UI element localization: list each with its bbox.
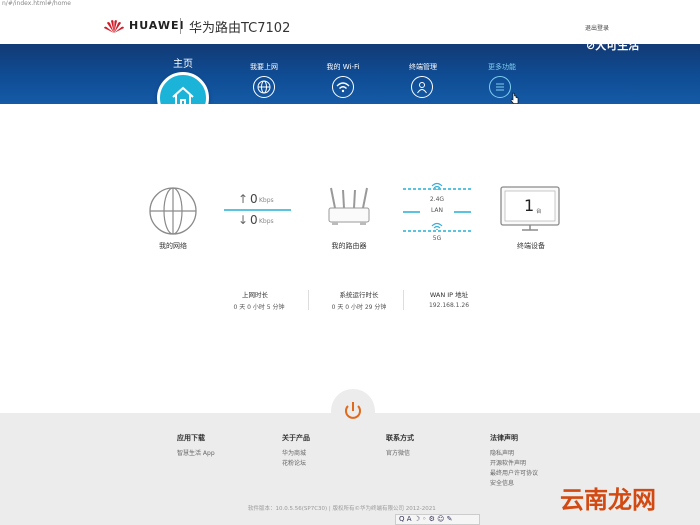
footer-link[interactable]: 官方微信	[386, 448, 410, 457]
upload-arrow-icon: ↑	[238, 192, 249, 206]
stat-divider	[308, 290, 309, 310]
user-icon	[417, 82, 427, 94]
stat-divider	[403, 290, 404, 310]
copyright: 软件版本：10.0.5.56(SP7C30) | 版权所有©华为终端有限公司 2…	[248, 506, 436, 512]
power-button[interactable]	[331, 389, 375, 433]
router-icon[interactable]	[326, 186, 372, 228]
brand-name: HUAWEI	[129, 19, 185, 32]
watermark-bottom: 云南龙网	[560, 485, 656, 514]
footer-link[interactable]: 智慧生活 App	[177, 448, 215, 457]
footer-link[interactable]: 安全信息	[490, 478, 514, 487]
footer-col-title: 应用下载	[177, 434, 205, 442]
footer-link[interactable]: 华为商城	[282, 448, 306, 457]
main-content	[0, 104, 700, 414]
band-5g-label: 5G	[432, 235, 442, 242]
footer-link[interactable]: 开源软件声明	[490, 458, 526, 467]
lan-label: LAN	[420, 207, 454, 214]
stat-label: 上网时长	[242, 291, 268, 299]
menu-icon	[496, 83, 504, 91]
tab-wifi-label: 我的 Wi-Fi	[326, 63, 360, 71]
download-unit: Kbps	[259, 218, 274, 225]
internet-globe-icon[interactable]	[148, 186, 198, 236]
logout-link[interactable]: 退出登录	[585, 23, 609, 32]
huawei-logo-icon	[104, 20, 124, 33]
internet-label: 我的网络	[159, 242, 187, 250]
footer-col-title: 联系方式	[386, 434, 414, 442]
tab-devices[interactable]	[411, 76, 433, 98]
download-arrow-icon: ↓	[238, 213, 249, 227]
watermark-top: ⊘大可生活	[586, 39, 640, 52]
footer-link[interactable]: 花粉论坛	[282, 458, 306, 467]
tab-devices-label: 终端管理	[409, 63, 437, 71]
wifi-icon	[336, 82, 350, 93]
footer-link[interactable]: 隐私声明	[490, 448, 514, 457]
stat-value: 0 天 0 小时 5 分钟	[233, 304, 285, 311]
tab-internet[interactable]	[253, 76, 275, 98]
devices-label: 终端设备	[517, 242, 545, 250]
ime-toolbar[interactable]: Q A ☽ ◦ ⚙ ☺ ✎	[395, 514, 480, 525]
power-icon	[345, 402, 361, 419]
download-value: 0	[250, 213, 258, 227]
footer-link[interactable]: 最终用户许可协议	[490, 468, 538, 477]
upload-unit: Kbps	[259, 197, 274, 204]
stat-label: 系统运行时长	[339, 291, 379, 299]
header-divider	[180, 18, 181, 34]
tab-internet-label: 我要上网	[250, 63, 278, 71]
footer-col-title: 法律声明	[490, 434, 518, 442]
wifi5-line	[403, 230, 471, 232]
globe-icon	[257, 80, 271, 94]
address-bar[interactable]: n/#/index.html#/home	[0, 0, 700, 10]
tab-home-label: 主页	[173, 59, 193, 70]
stat-value: 0 天 0 小时 29 分钟	[331, 304, 387, 311]
band-24g-label: 2.4G	[429, 196, 445, 203]
router-label: 我的路由器	[331, 242, 367, 250]
devices-count: 1	[524, 196, 535, 215]
stat-label: WAN IP 地址	[429, 291, 469, 299]
link-line-wan	[224, 209, 291, 211]
upload-value: 0	[250, 192, 258, 206]
wifi-24g-icon	[431, 182, 443, 190]
footer-col-title: 关于产品	[282, 434, 310, 442]
tab-more[interactable]	[489, 76, 511, 98]
tab-more-label: 更多功能	[488, 63, 516, 71]
stat-value: 192.168.1.26	[428, 302, 470, 309]
devices-monitor[interactable]: 1 台	[500, 186, 560, 231]
devices-unit: 台	[536, 209, 542, 215]
router-model: 华为路由TC7102	[189, 21, 291, 36]
tab-wifi[interactable]	[332, 76, 354, 98]
wifi-5g-icon	[431, 222, 443, 230]
